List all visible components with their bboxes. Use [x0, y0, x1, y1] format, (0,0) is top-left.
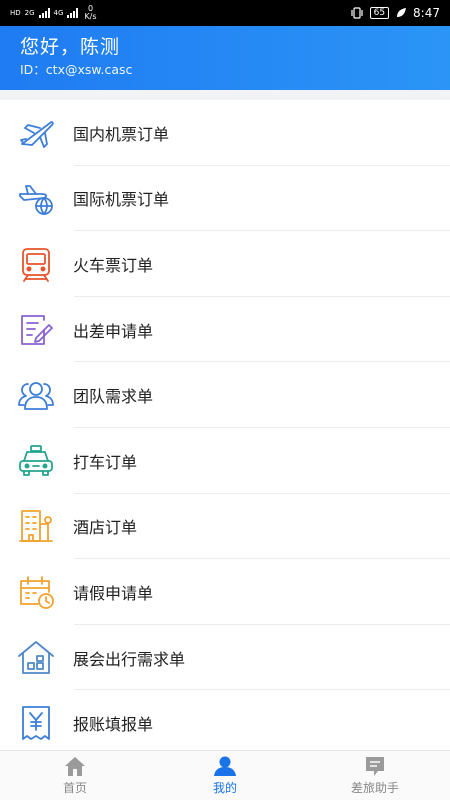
- home-icon: [65, 757, 85, 776]
- car-icon: [16, 441, 56, 481]
- bottom-tab-bar: 首页 我的 差旅助手: [0, 750, 450, 800]
- clock: 8:47: [413, 6, 440, 20]
- menu-item-business-trip-application[interactable]: 出差申请单: [0, 297, 450, 363]
- tab-mine[interactable]: 我的: [150, 751, 300, 800]
- network-2g-label: 2G: [24, 8, 35, 17]
- tab-label: 首页: [62, 781, 87, 795]
- status-right: 65 8:47: [350, 6, 440, 20]
- profile-header: 您好，陈测 ID：ctx@xsw.casc: [0, 26, 450, 90]
- menu-item-expense-report[interactable]: 报账填报单: [0, 690, 450, 756]
- menu-item-exhibition-travel-request[interactable]: 展会出行需求单: [0, 625, 450, 691]
- menu-item-international-flight[interactable]: 国际机票订单: [0, 166, 450, 232]
- vibrate-icon: [350, 7, 363, 19]
- menu-label: 请假申请单: [73, 583, 154, 603]
- menu-label: 国际机票订单: [73, 190, 170, 210]
- receipt-yen-icon: [16, 703, 56, 743]
- globe-airplane-icon: [16, 178, 56, 218]
- speed-unit: K/s: [84, 12, 97, 21]
- menu-label: 火车票订单: [73, 255, 154, 275]
- menu-item-hotel-order[interactable]: 酒店订单: [0, 494, 450, 560]
- greeting-text: 您好，陈测: [20, 36, 121, 58]
- menu-item-domestic-flight[interactable]: 国内机票订单: [0, 100, 450, 166]
- menu-label: 报账填报单: [73, 715, 154, 735]
- menu-label: 团队需求单: [73, 387, 154, 407]
- menu-item-leave-application[interactable]: 请假申请单: [0, 559, 450, 625]
- team-icon: [16, 375, 56, 415]
- menu-label: 打车订单: [73, 452, 138, 472]
- menu-item-train-ticket[interactable]: 火车票订单: [0, 231, 450, 297]
- hd-indicator: HD: [10, 8, 21, 17]
- network-speed: 0 K/s: [84, 5, 96, 21]
- exhibition-house-icon: [16, 638, 56, 678]
- menu-label: 国内机票订单: [73, 124, 170, 144]
- battery-icon: 65: [369, 7, 390, 19]
- menu-item-taxi-order[interactable]: 打车订单: [0, 428, 450, 494]
- user-icon: [214, 756, 236, 776]
- menu-label: 酒店订单: [73, 518, 138, 538]
- tab-label: 我的: [212, 781, 237, 795]
- network-4g-label: 4G: [53, 8, 64, 17]
- signal-icon: [38, 8, 50, 18]
- user-id-text: ID：ctx@xsw.casc: [20, 62, 133, 77]
- tab-label: 差旅助手: [350, 781, 399, 795]
- airplane-icon: [16, 113, 56, 153]
- assistant-icon: [366, 757, 384, 776]
- signal-icon-2: [67, 8, 79, 18]
- status-left: HD 2G 4G 0 K/s: [10, 5, 97, 21]
- section-gap: [0, 90, 450, 100]
- status-bar: HD 2G 4G 0 K/s 65 8:47: [0, 0, 450, 26]
- form-edit-icon: [16, 310, 56, 350]
- menu-label: 展会出行需求单: [73, 649, 186, 669]
- train-icon: [16, 244, 56, 284]
- calendar-clock-icon: [16, 572, 56, 612]
- menu-item-team-request[interactable]: 团队需求单: [0, 362, 450, 428]
- tab-home[interactable]: 首页: [0, 751, 150, 800]
- order-menu-list: 国内机票订单 国际机票订单 火车票订单 出差申请单 团队需求单 打车订单 酒店订…: [0, 100, 450, 756]
- leaf-icon: [397, 8, 407, 17]
- menu-label: 出差申请单: [73, 321, 154, 341]
- tab-travel-assistant[interactable]: 差旅助手: [300, 751, 450, 800]
- hotel-icon: [16, 506, 56, 546]
